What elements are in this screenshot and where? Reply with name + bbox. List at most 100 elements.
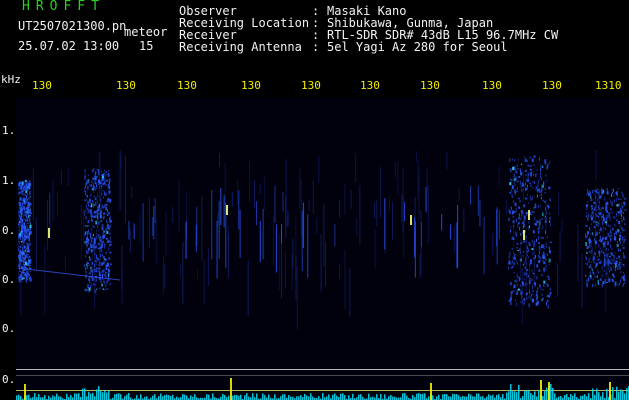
echo-streak <box>308 199 310 211</box>
echo-dot <box>27 278 29 280</box>
echo-dot <box>540 175 542 178</box>
echo-dot <box>542 289 544 291</box>
echo-dot <box>28 249 30 253</box>
echo-dot <box>108 181 110 185</box>
echo-head <box>528 210 530 220</box>
level-bar <box>244 395 246 400</box>
echo-streak <box>238 190 240 230</box>
echo-dot <box>20 234 22 238</box>
level-bar <box>88 391 90 400</box>
echo-dot <box>86 195 89 197</box>
echo-dot <box>518 213 520 217</box>
echo-dot <box>545 217 547 221</box>
echo-dot <box>523 301 526 305</box>
level-bar <box>526 390 528 400</box>
echo-streak <box>211 189 213 260</box>
echo-dot <box>585 263 587 265</box>
echo-dot <box>29 276 31 280</box>
echo-dot <box>514 279 516 282</box>
echo-dot <box>109 263 112 266</box>
echo-dot <box>28 214 30 218</box>
echo-dot <box>95 201 97 206</box>
echo-dot <box>98 287 101 289</box>
echo-dot <box>24 213 27 216</box>
echo-dot <box>18 203 20 208</box>
echo-dot <box>25 208 27 211</box>
echo-dot <box>545 242 547 245</box>
echo-dot <box>107 241 110 243</box>
echo-dot <box>18 278 21 283</box>
echo-dot <box>589 191 591 195</box>
level-bar <box>622 390 624 400</box>
echo-dot <box>87 265 89 269</box>
level-bar <box>528 390 530 400</box>
echo-streak <box>388 196 390 212</box>
echo-dot <box>98 182 101 185</box>
echo-dot <box>541 298 543 302</box>
level-bar <box>438 394 440 400</box>
echo-dot <box>602 281 605 284</box>
echo-dot <box>101 177 104 181</box>
echo-dot <box>532 173 534 176</box>
echo-dot <box>94 197 97 200</box>
echo-dot <box>605 217 607 221</box>
echo-dot <box>540 188 543 192</box>
echo-dot <box>611 211 614 214</box>
echo-dot <box>107 214 109 217</box>
echo-dot <box>529 156 532 159</box>
echo-streak <box>401 194 403 223</box>
echo-dot <box>100 198 102 202</box>
echo-dot <box>27 192 29 195</box>
echo-dot <box>543 244 545 249</box>
echo-dot <box>518 226 520 231</box>
echo-streak <box>178 178 180 233</box>
echo-dot <box>593 201 596 204</box>
echo-streak <box>203 258 205 305</box>
level-bar <box>106 392 108 400</box>
echo-dot <box>537 230 539 234</box>
echo-streak <box>318 156 320 184</box>
echo-dot <box>107 221 109 226</box>
echo-streak <box>48 192 50 224</box>
level-bar <box>516 392 518 400</box>
echo-dot <box>515 293 518 295</box>
echo-streak <box>320 234 322 292</box>
hrofft-screen: HROFFT UT2507021300.pn meteor 25.07.02 1… <box>0 0 629 400</box>
level-bar <box>582 395 584 400</box>
echo-dot <box>510 263 512 265</box>
echo-dot <box>586 204 589 206</box>
echo-streak <box>154 198 156 224</box>
echo-dot <box>621 219 623 222</box>
echo-streak <box>339 263 341 279</box>
echo-dot <box>618 215 620 217</box>
echo-dot <box>22 214 24 218</box>
echo-dot <box>533 244 535 248</box>
echo-dot <box>513 262 515 266</box>
level-bar <box>522 395 524 400</box>
echo-dot <box>589 257 591 260</box>
echo-dot <box>26 247 29 250</box>
echo-dot <box>594 283 596 288</box>
echo-dot <box>95 210 98 214</box>
echo-dot <box>621 244 623 247</box>
echo-dot <box>93 248 95 251</box>
echo-dot <box>103 246 105 249</box>
echo-dot <box>594 238 596 242</box>
echo-dot <box>600 239 603 243</box>
echo-dot <box>508 266 510 270</box>
level-bar <box>392 396 394 400</box>
echo-dot <box>18 240 20 243</box>
echo-dot <box>533 223 535 225</box>
echo-dot <box>606 191 609 195</box>
echo-dot <box>87 251 89 253</box>
echo-dot <box>84 185 86 189</box>
echo-dot <box>91 203 93 207</box>
echo-dot <box>94 260 96 262</box>
echo-streak <box>284 250 286 288</box>
echo-dot <box>597 279 599 284</box>
echo-dot <box>100 244 103 249</box>
echo-dot <box>19 224 21 227</box>
echo-dot <box>25 194 28 197</box>
echo-dot <box>525 174 527 177</box>
echo-dot <box>624 235 626 238</box>
